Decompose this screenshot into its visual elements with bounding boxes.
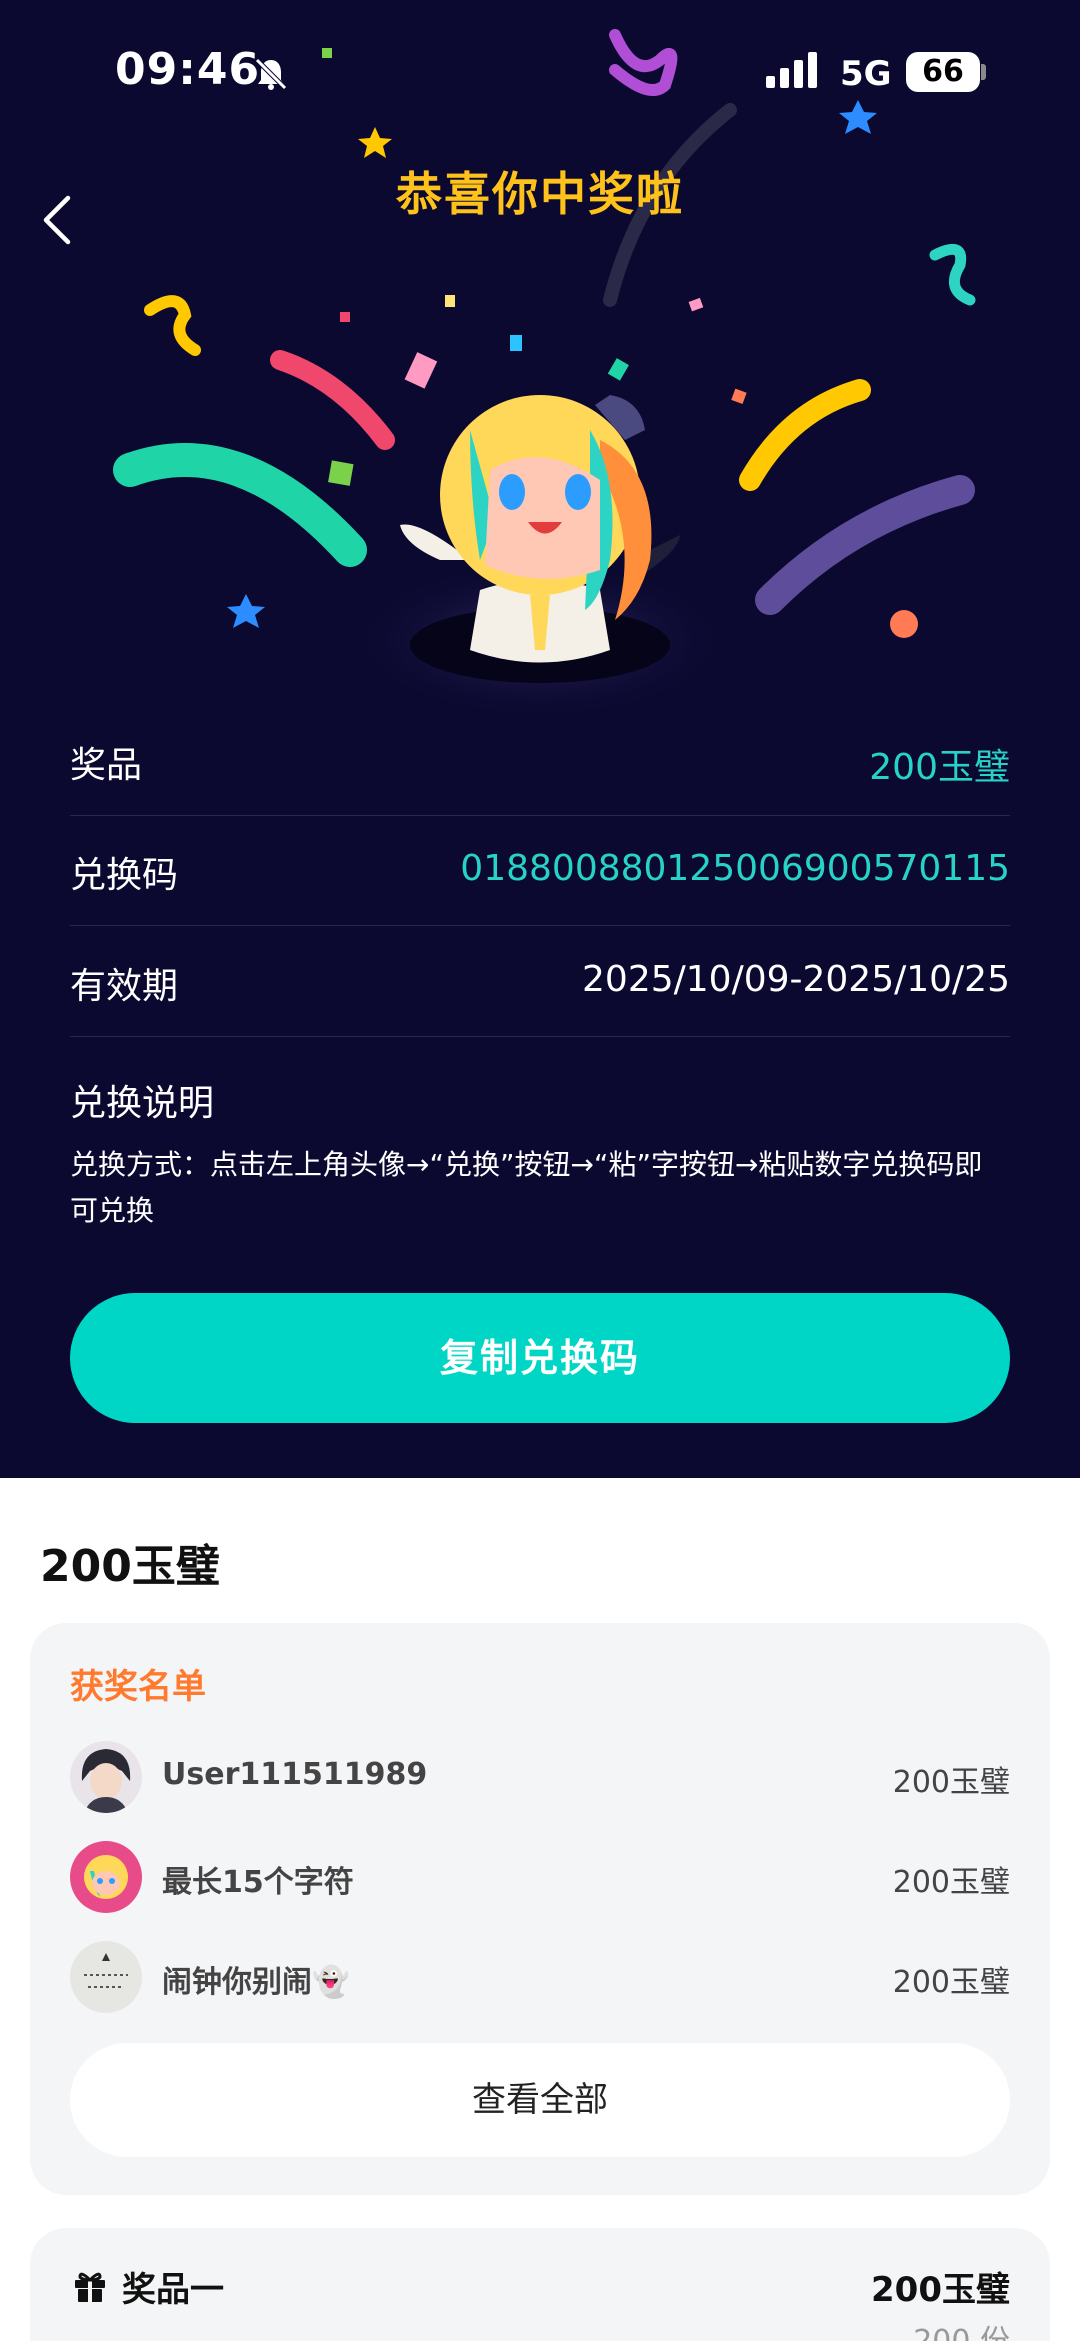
prize-row: 奖品 200玉璧	[70, 706, 1010, 816]
battery-indicator: 66	[906, 52, 980, 92]
instructions-title: 兑换说明	[70, 1083, 215, 1124]
page-title: 恭喜你中奖啦	[396, 167, 684, 221]
winners-title: 获奖名单	[70, 1667, 206, 1707]
prize-label: 奖品	[70, 745, 143, 786]
copy-code-button[interactable]: 复制兑换码	[70, 1293, 1010, 1423]
winners-card: 获奖名单 User111511989 200玉璧 最长15个字符 200玉璧 闹…	[30, 1623, 1050, 2195]
avatar	[70, 1841, 142, 1913]
bell-muted-icon	[255, 58, 287, 90]
gift-icon	[75, 2272, 105, 2302]
network-type: 5G	[840, 54, 892, 94]
prize-section-heading: 200玉璧	[40, 1541, 220, 1592]
code-value[interactable]: 01880088012500690057011­5	[460, 848, 1010, 889]
validity-row: 有效期 2025/10/09-2025/10/25	[70, 927, 1010, 1037]
validity-value: 2025/10/09-2025/10/25	[582, 959, 1010, 1000]
validity-label: 有效期	[70, 966, 179, 1007]
prize-item-card: 奖品一 200玉璧 200 份	[30, 2228, 1050, 2341]
winner-row[interactable]: 最长15个字符 200玉璧	[70, 1841, 1010, 1921]
winner-name: User111511989	[162, 1757, 428, 1792]
winner-row[interactable]: 闹钟你别闹👻 200玉璧	[70, 1941, 1010, 2021]
winner-name: 最长15个字符	[162, 1865, 354, 1900]
winner-prize: 200玉璧	[892, 1765, 1010, 1800]
prize-item-name: 奖品一	[122, 2270, 224, 2310]
avatar	[70, 1741, 142, 1813]
winner-prize: 200玉璧	[892, 1865, 1010, 1900]
code-label: 兑换码	[70, 855, 179, 896]
view-all-button[interactable]: 查看全部	[70, 2043, 1010, 2157]
winner-name: 闹钟你别闹👻	[162, 1965, 350, 2000]
status-time: 09:46	[115, 44, 261, 95]
prize-hero: 09:46 5G 66 恭喜你中奖啦 奖品 200玉璧 兑换码 01880088…	[0, 0, 1080, 1478]
winner-row[interactable]: User111511989 200玉璧	[70, 1741, 1010, 1821]
winner-prize: 200玉璧	[892, 1965, 1010, 2000]
status-bar: 09:46 5G 66	[0, 0, 1080, 130]
prize-item-count: 200 份	[913, 2316, 1010, 2341]
signal-icon	[766, 52, 817, 88]
code-row: 兑换码 01880088012500690057011­5	[70, 816, 1010, 926]
prize-value: 200玉璧	[869, 747, 1010, 788]
prize-item-amount: 200玉璧	[871, 2270, 1010, 2310]
avatar	[70, 1941, 142, 2013]
battery-tip	[981, 64, 986, 80]
instructions-text: 兑换方式：点击左上角头像→“兑换”按钮→“粘”字按钮→粘贴数字兑换码即可兑换	[70, 1148, 983, 1227]
